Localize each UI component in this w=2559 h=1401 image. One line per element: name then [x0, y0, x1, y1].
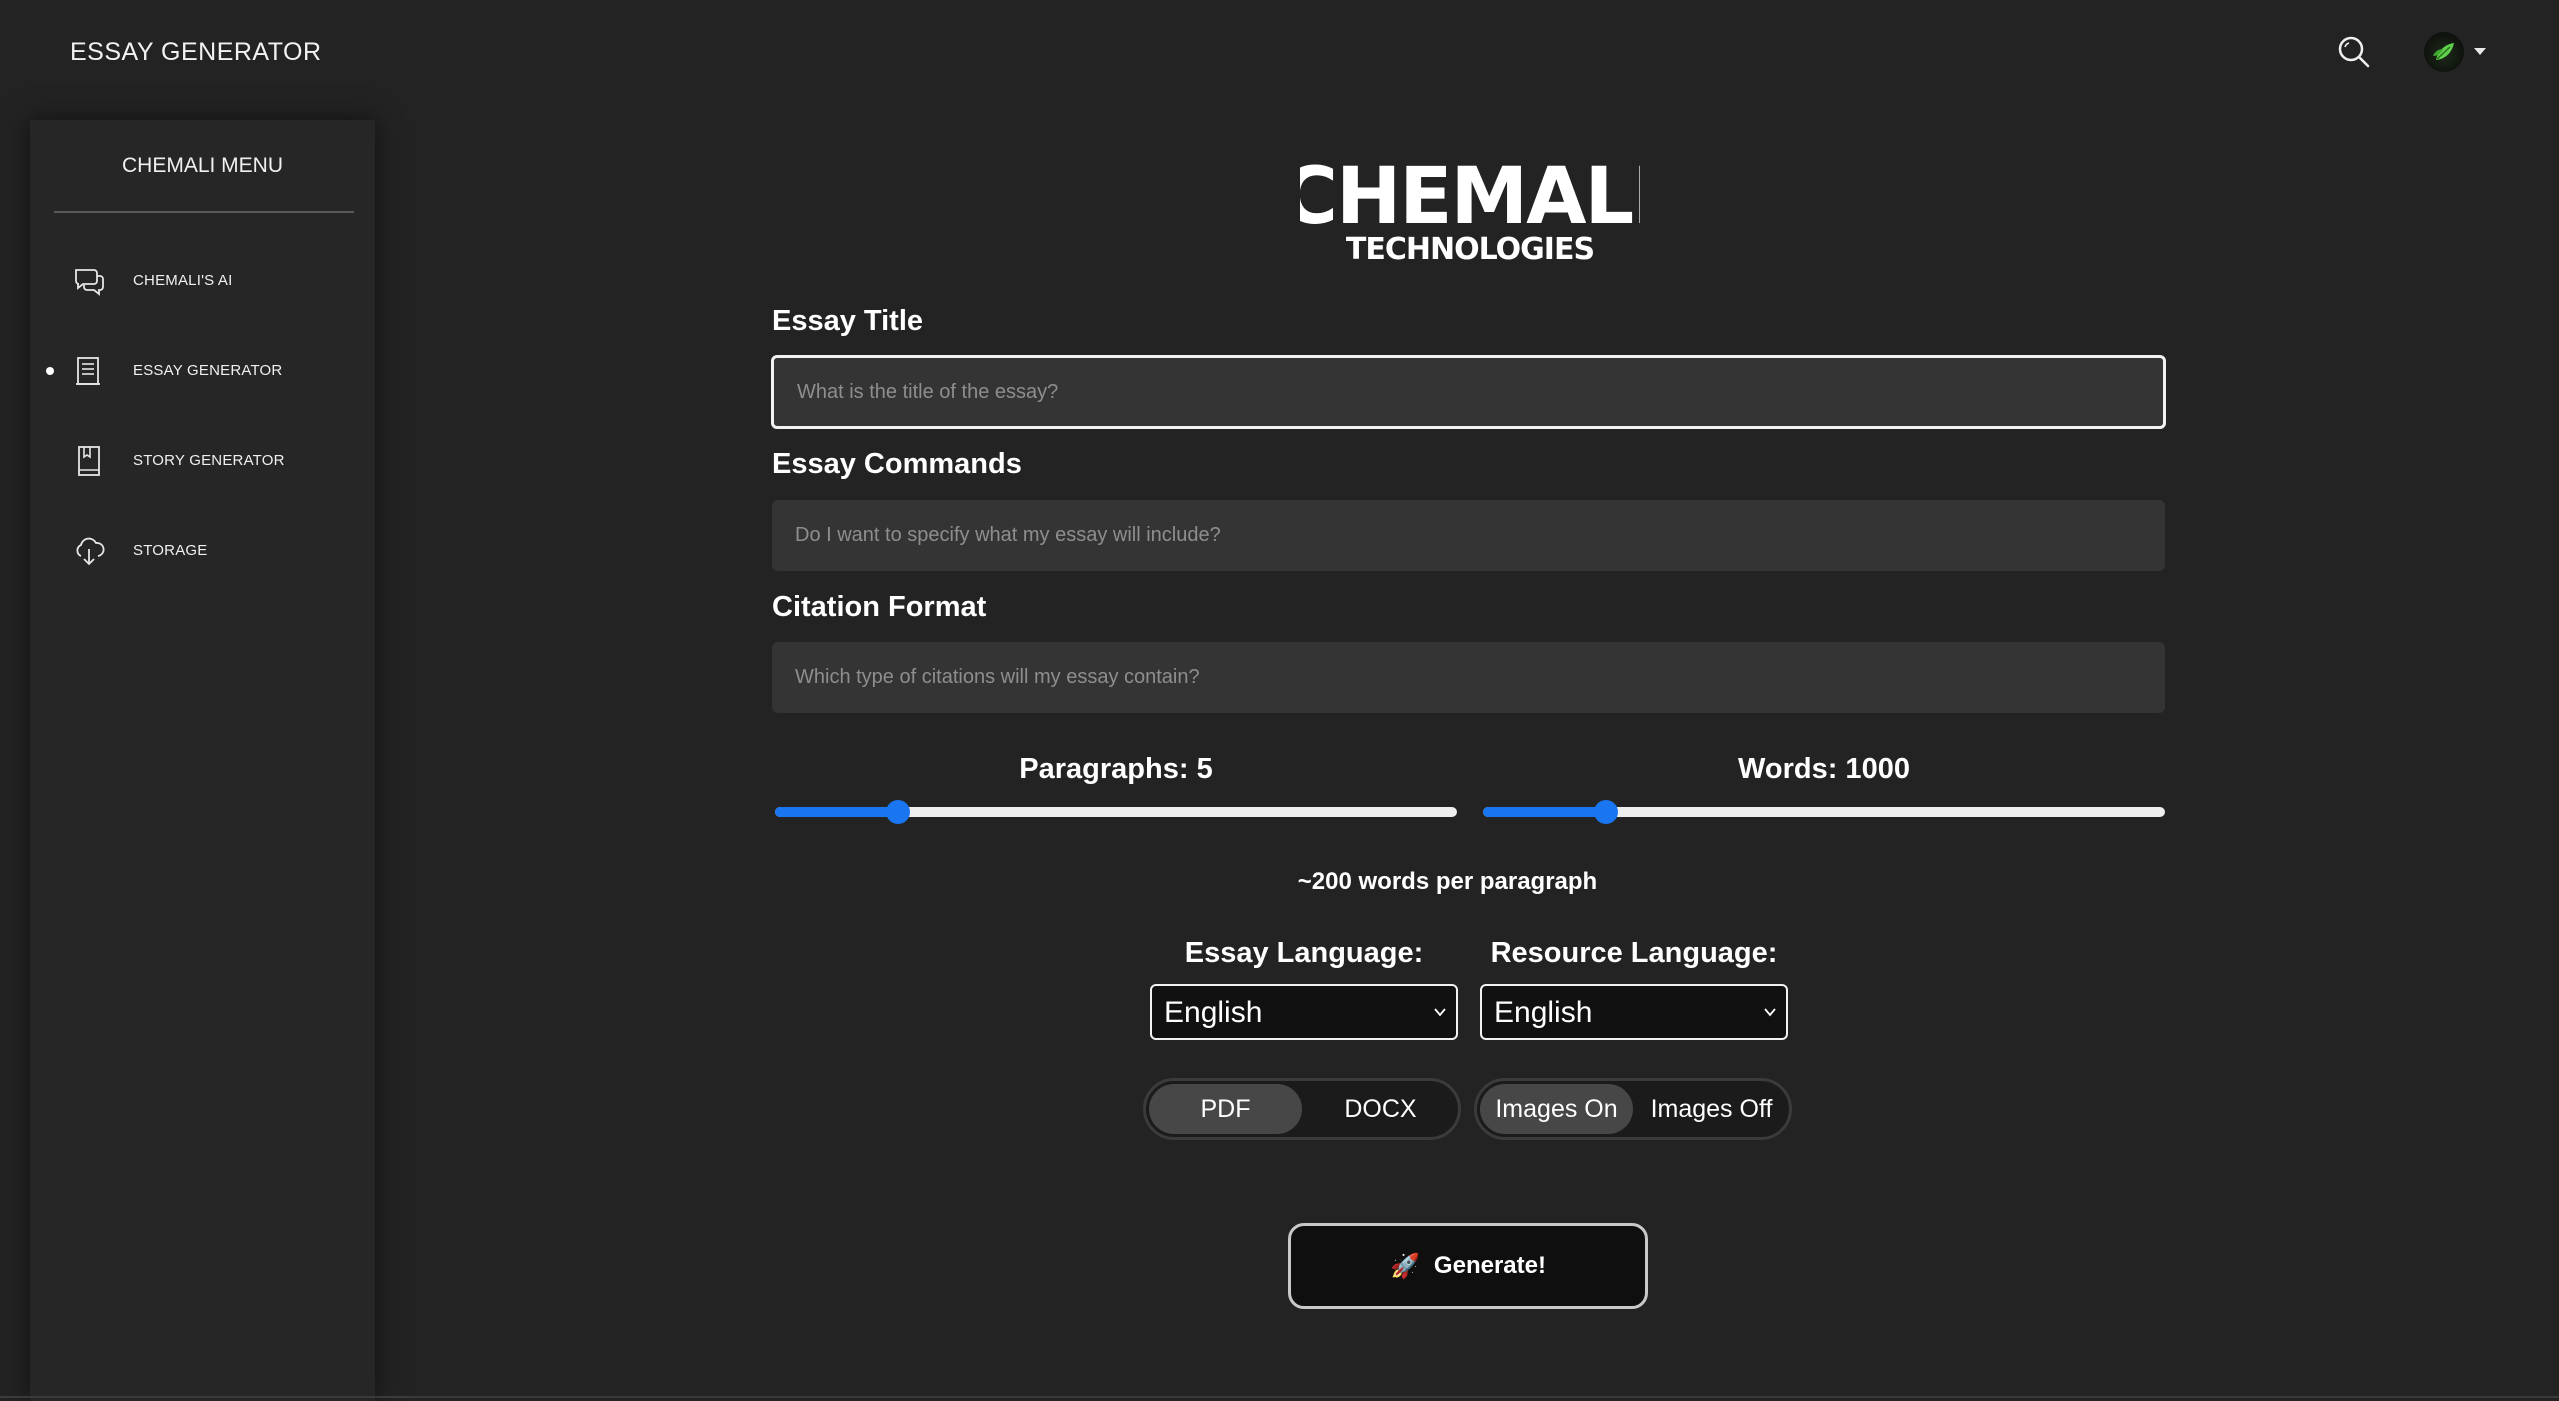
- sidebar-item-essay-generator[interactable]: ESSAY GENERATOR: [30, 340, 375, 400]
- avatar: [2424, 32, 2464, 72]
- words-slider[interactable]: [1483, 800, 2165, 824]
- images-off-option[interactable]: Images Off: [1635, 1084, 1788, 1134]
- svg-text:TECHNOLOGIES: TECHNOLOGIES: [1346, 232, 1594, 267]
- essay-commands-input[interactable]: [772, 500, 2165, 571]
- sidebar-item-story-generator[interactable]: STORY GENERATOR: [30, 430, 375, 490]
- svg-text:CHEMALI: CHEMALI: [1300, 155, 1640, 242]
- sidebar-item-label: STORY GENERATOR: [133, 452, 285, 469]
- active-indicator: [46, 367, 54, 375]
- generate-button[interactable]: 🚀 Generate!: [1288, 1223, 1648, 1309]
- format-option-pdf[interactable]: PDF: [1149, 1084, 1302, 1134]
- essay-language-label: Essay Language:: [1184, 937, 1424, 969]
- words-slider-thumb[interactable]: [1593, 800, 1618, 824]
- bottom-divider: [0, 1396, 2559, 1398]
- essay-language-select[interactable]: English: [1150, 984, 1458, 1040]
- sidebar-divider: [54, 211, 354, 213]
- essay-title-label: Essay Title: [772, 305, 924, 337]
- format-toggle-group: PDF DOCX: [1143, 1078, 1461, 1140]
- citation-format-input[interactable]: [772, 642, 2165, 713]
- paragraphs-label: Paragraphs: 5: [1019, 753, 1213, 785]
- chevron-down-icon: [1764, 1008, 1776, 1017]
- user-menu-button[interactable]: [2424, 32, 2488, 72]
- app-title: ESSAY GENERATOR: [70, 38, 322, 66]
- chevron-down-icon: [2474, 48, 2486, 55]
- book-icon: [72, 444, 106, 478]
- sidebar: CHEMALI MENU CHEMALI'S AI ESSAY GENERATO…: [30, 120, 375, 1401]
- words-slider-fill: [1483, 807, 1606, 817]
- document-icon: [72, 354, 106, 388]
- chat-bubbles-icon: [72, 264, 106, 298]
- resource-language-label: Resource Language:: [1490, 937, 1778, 969]
- paragraphs-slider-thumb[interactable]: [885, 800, 910, 824]
- rocket-icon: 🚀: [1390, 1252, 1420, 1280]
- top-bar: ESSAY GENERATOR: [0, 0, 2559, 108]
- essay-title-input[interactable]: [771, 355, 2166, 429]
- citation-format-label: Citation Format: [772, 591, 987, 623]
- paragraphs-slider-fill: [775, 807, 898, 817]
- search-icon[interactable]: [2336, 34, 2372, 70]
- chevron-down-icon: [1434, 1008, 1446, 1017]
- sidebar-item-chemalis-ai[interactable]: CHEMALI'S AI: [30, 250, 375, 310]
- sidebar-title: CHEMALI MENU: [121, 154, 284, 177]
- sidebar-item-label: CHEMALI'S AI: [133, 272, 233, 289]
- resource-language-select[interactable]: English: [1480, 984, 1788, 1040]
- images-toggle-group: Images On Images Off: [1474, 1078, 1792, 1140]
- images-on-option[interactable]: Images On: [1480, 1084, 1633, 1134]
- format-option-docx[interactable]: DOCX: [1304, 1084, 1457, 1134]
- sidebar-item-label: ESSAY GENERATOR: [133, 362, 283, 379]
- sidebar-item-storage[interactable]: STORAGE: [30, 520, 375, 580]
- paragraphs-slider[interactable]: [775, 800, 1457, 824]
- sidebar-item-label: STORAGE: [133, 542, 208, 559]
- essay-commands-label: Essay Commands: [772, 448, 1022, 480]
- cloud-download-icon: [72, 534, 106, 568]
- brand-logo: CHEMALI TECHNOLOGIES: [1281, 152, 1662, 275]
- generate-button-label: Generate!: [1433, 1252, 1546, 1279]
- words-per-paragraph-hint: ~200 words per paragraph: [1297, 868, 1598, 895]
- words-label: Words: 1000: [1738, 753, 1910, 785]
